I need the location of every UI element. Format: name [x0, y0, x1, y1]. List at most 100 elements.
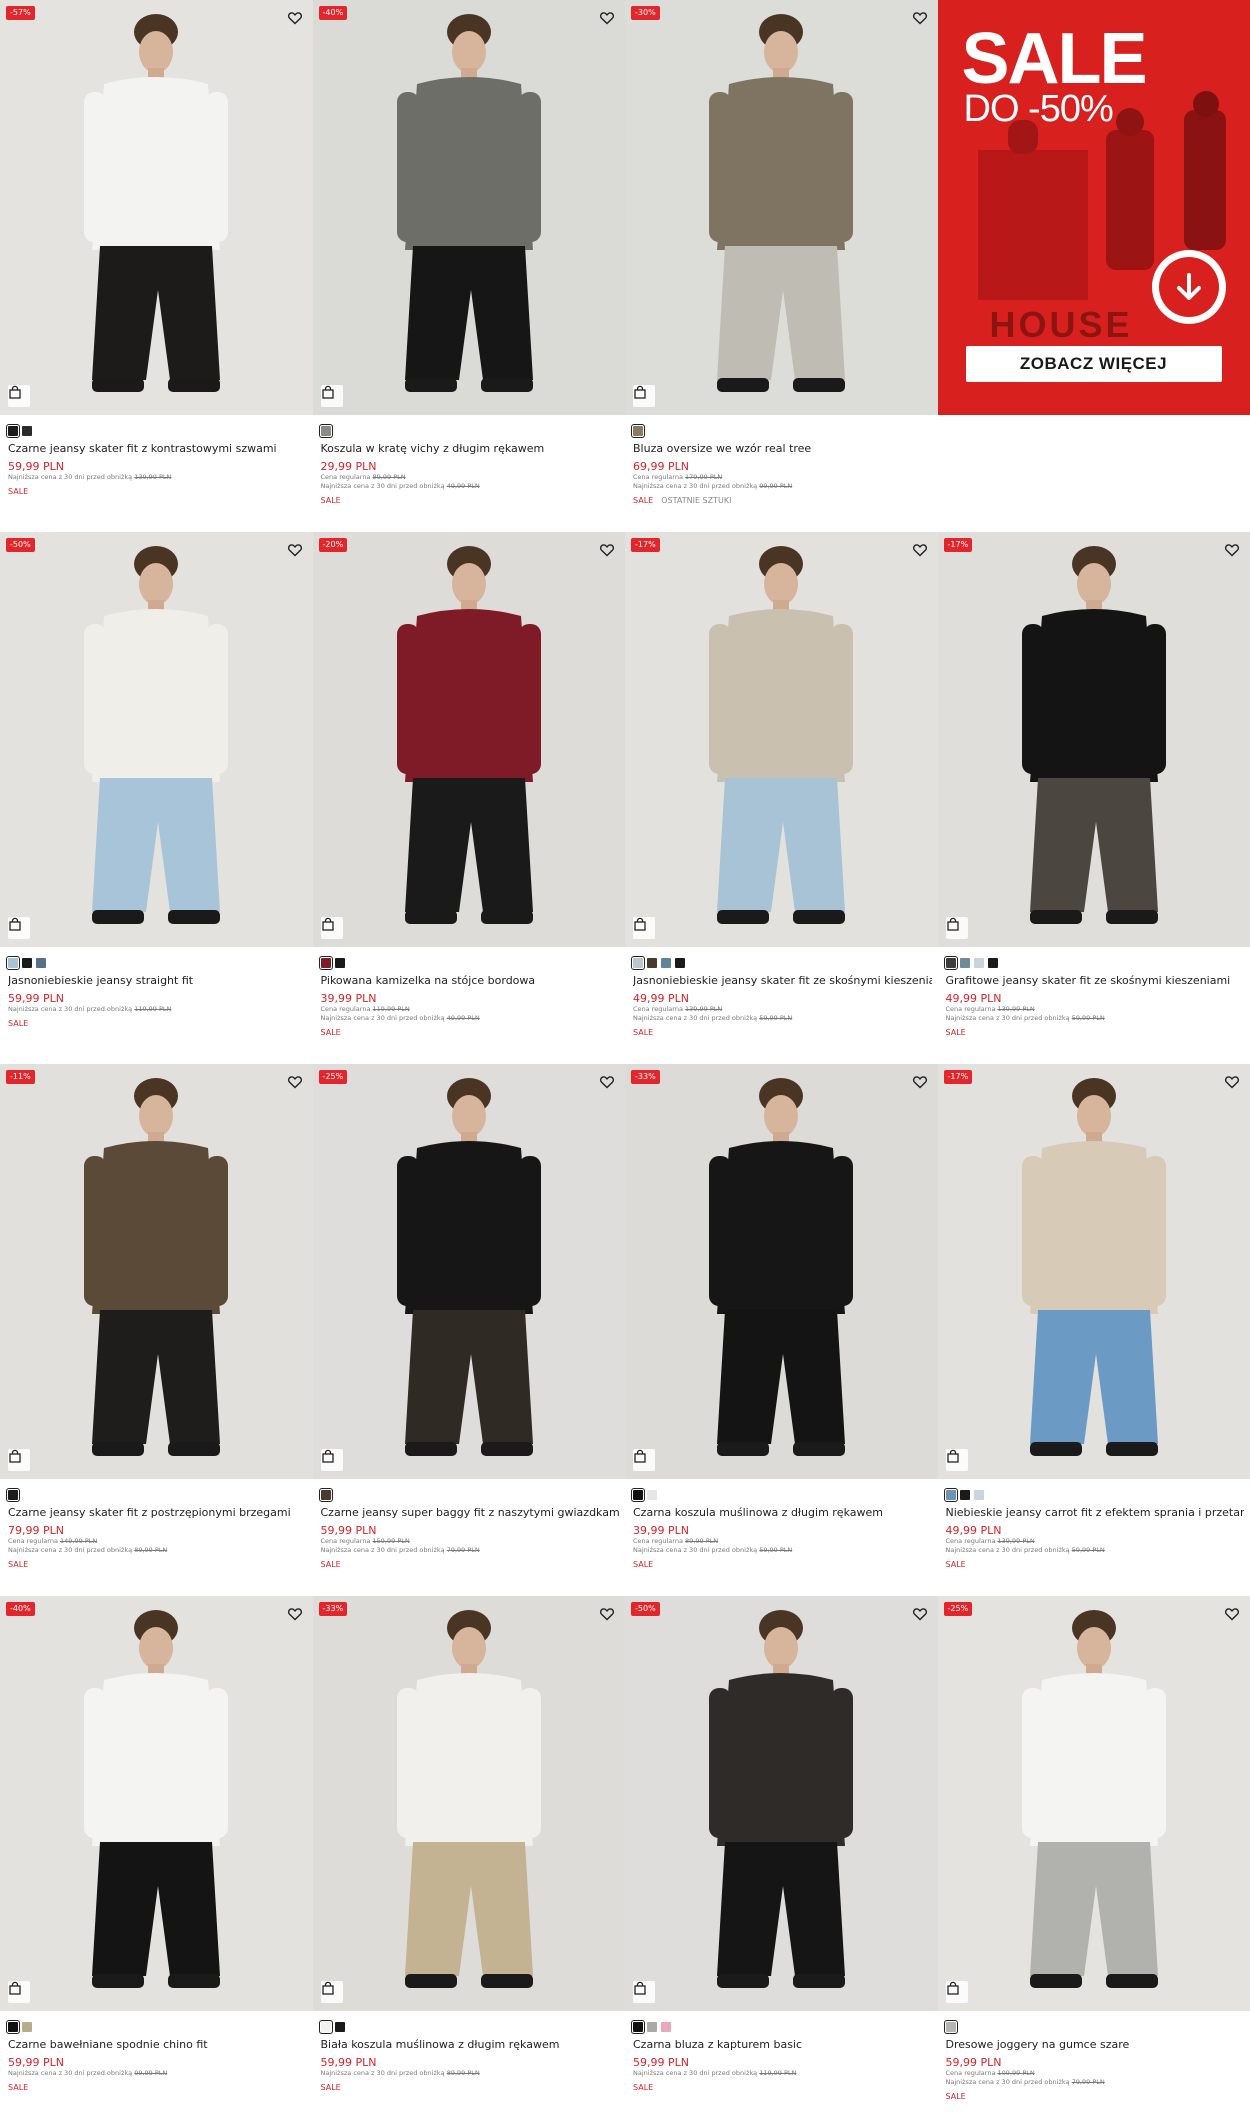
heart-icon[interactable]	[1224, 1606, 1240, 1622]
color-swatch[interactable]	[22, 2022, 32, 2032]
color-swatch[interactable]	[631, 1488, 645, 1502]
heart-icon[interactable]	[287, 1606, 303, 1622]
promo-banner[interactable]: SALE DO -50% HOUSE ZOBACZ WIĘCEJ	[937, 0, 1250, 532]
product-image[interactable]: -50%	[0, 532, 313, 947]
product-image[interactable]: -25%	[312, 1064, 625, 1479]
color-swatch[interactable]	[661, 2022, 671, 2032]
heart-icon[interactable]	[287, 1074, 303, 1090]
product-name[interactable]: Czarne bawełniane spodnie chino fit	[8, 2038, 307, 2051]
product-image[interactable]: -57%	[0, 0, 313, 415]
product-card[interactable]: -25% Czarne jeansy super baggy fit z nas…	[312, 1064, 625, 1596]
color-swatch[interactable]	[318, 424, 333, 438]
product-image[interactable]: -25%	[937, 1596, 1250, 2011]
heart-icon[interactable]	[287, 542, 303, 558]
product-name[interactable]: Jasnoniebieskie jeansy skater fit ze sko…	[633, 974, 932, 987]
product-name[interactable]: Czarna bluza z kapturem basic	[633, 2038, 932, 2051]
shopping-bag-icon[interactable]	[633, 1981, 655, 2003]
color-swatch[interactable]	[6, 956, 20, 970]
product-image[interactable]: -17%	[937, 532, 1250, 947]
arrow-down-circle-icon[interactable]	[1151, 250, 1226, 324]
color-swatch[interactable]	[334, 2022, 345, 2032]
product-image[interactable]: -20%	[312, 532, 625, 947]
color-swatch[interactable]	[631, 956, 645, 970]
color-swatch[interactable]	[959, 958, 970, 968]
product-name[interactable]: Jasnoniebieskie jeansy straight fit	[8, 974, 307, 987]
color-swatch[interactable]	[6, 2020, 20, 2034]
product-name[interactable]: Grafitowe jeansy skater fit ze skośnymi …	[946, 974, 1245, 987]
color-swatch[interactable]	[6, 424, 20, 438]
color-swatch[interactable]	[318, 2020, 333, 2034]
product-name[interactable]: Czarne jeansy super baggy fit z naszytym…	[321, 1506, 620, 1519]
see-more-button[interactable]: ZOBACZ WIĘCEJ	[965, 346, 1222, 382]
heart-icon[interactable]	[1224, 542, 1240, 558]
product-name[interactable]: Czarne jeansy skater fit z postrzępionym…	[8, 1506, 307, 1519]
heart-icon[interactable]	[599, 542, 615, 558]
product-name[interactable]: Koszula w kratę vichy z długim rękawem	[321, 442, 620, 455]
product-name[interactable]: Biała koszula muślinowa z długim rękawem	[321, 2038, 620, 2051]
color-swatch[interactable]	[334, 958, 345, 968]
color-swatch[interactable]	[943, 956, 958, 970]
product-name[interactable]: Czarne jeansy skater fit z kontrastowymi…	[8, 442, 307, 455]
heart-icon[interactable]	[599, 1074, 615, 1090]
color-swatch[interactable]	[973, 958, 984, 968]
color-swatch[interactable]	[675, 958, 685, 968]
color-swatch[interactable]	[647, 1490, 657, 1500]
product-card[interactable]: -33% Biała koszula muślinowa z długim rę…	[312, 1596, 625, 2126]
shopping-bag-icon[interactable]	[8, 1449, 30, 1471]
color-swatch[interactable]	[943, 2020, 958, 2034]
color-swatch[interactable]	[647, 2022, 657, 2032]
product-card[interactable]: -57% Czarne jeansy skater fit z kontrast…	[0, 0, 313, 532]
product-card[interactable]: -40% Koszula w kratę vichy z długim ręka…	[312, 0, 625, 532]
product-card[interactable]: -50% Czarna bluza z kapturem basic 59,99…	[625, 1596, 938, 2126]
shopping-bag-icon[interactable]	[945, 1981, 968, 2003]
shopping-bag-icon[interactable]	[633, 1449, 655, 1471]
product-card[interactable]: -30% Bluza oversize we wzór real tree 69…	[625, 0, 938, 532]
product-name[interactable]: Dresowe joggery na gumce szare	[946, 2038, 1245, 2051]
shopping-bag-icon[interactable]	[633, 385, 655, 407]
product-image[interactable]: -17%	[937, 1064, 1250, 1479]
heart-icon[interactable]	[912, 10, 928, 26]
color-swatch[interactable]	[22, 426, 32, 436]
color-swatch[interactable]	[6, 1488, 20, 1502]
product-card[interactable]: -25% Dresowe joggery na gumce szare 59,9…	[937, 1596, 1250, 2126]
shopping-bag-icon[interactable]	[945, 917, 968, 939]
product-card[interactable]: -17% Niebieskie jeansy carrot fit z efek…	[937, 1064, 1250, 1596]
shopping-bag-icon[interactable]	[945, 1449, 968, 1471]
color-swatch[interactable]	[22, 958, 32, 968]
product-card[interactable]: -50% Jasnoniebieskie jeansy straight fit…	[0, 532, 313, 1064]
product-image[interactable]: -40%	[0, 1596, 313, 2011]
heart-icon[interactable]	[912, 1606, 928, 1622]
product-image[interactable]: -11%	[0, 1064, 313, 1479]
color-swatch[interactable]	[36, 958, 46, 968]
product-image[interactable]: -40%	[312, 0, 625, 415]
shopping-bag-icon[interactable]	[8, 385, 30, 407]
shopping-bag-icon[interactable]	[8, 917, 30, 939]
color-swatch[interactable]	[959, 1490, 970, 1500]
product-card[interactable]: -17% Grafitowe jeansy skater fit ze skoś…	[937, 532, 1250, 1064]
product-image[interactable]: -33%	[312, 1596, 625, 2011]
color-swatch[interactable]	[973, 1490, 984, 1500]
product-card[interactable]: -20% Pikowana kamizelka na stójce bordow…	[312, 532, 625, 1064]
promo-tile[interactable]: SALE DO -50% HOUSE ZOBACZ WIĘCEJ	[937, 0, 1250, 415]
shopping-bag-icon[interactable]	[8, 1981, 30, 2003]
heart-icon[interactable]	[1224, 1074, 1240, 1090]
product-card[interactable]: -40% Czarne bawełniane spodnie chino fit…	[0, 1596, 313, 2126]
product-image[interactable]: -30%	[625, 0, 938, 415]
product-name[interactable]: Bluza oversize we wzór real tree	[633, 442, 932, 455]
color-swatch[interactable]	[987, 958, 998, 968]
color-swatch[interactable]	[631, 424, 645, 438]
color-swatch[interactable]	[647, 958, 657, 968]
product-card[interactable]: -11% Czarne jeansy skater fit z postrzęp…	[0, 1064, 313, 1596]
heart-icon[interactable]	[599, 1606, 615, 1622]
shopping-bag-icon[interactable]	[633, 917, 655, 939]
shopping-bag-icon[interactable]	[320, 1449, 343, 1471]
product-image[interactable]: -50%	[625, 1596, 938, 2011]
color-swatch[interactable]	[631, 2020, 645, 2034]
shopping-bag-icon[interactable]	[320, 385, 343, 407]
color-swatch[interactable]	[661, 958, 671, 968]
product-image[interactable]: -33%	[625, 1064, 938, 1479]
shopping-bag-icon[interactable]	[320, 1981, 343, 2003]
heart-icon[interactable]	[912, 1074, 928, 1090]
product-card[interactable]: -33% Czarna koszula muślinowa z długim r…	[625, 1064, 938, 1596]
heart-icon[interactable]	[287, 10, 303, 26]
